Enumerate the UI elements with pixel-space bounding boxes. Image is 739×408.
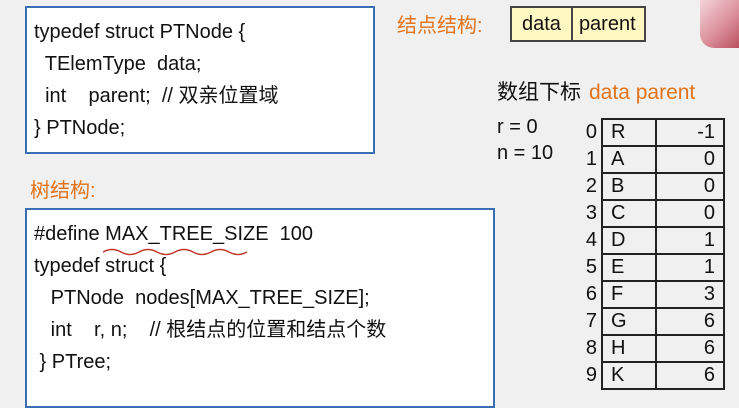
row-parent: 6 <box>656 335 725 363</box>
row-parent: 0 <box>656 173 725 201</box>
code-line: int r, n; // 根结点的位置和结点个数 <box>34 319 387 341</box>
table-row: 0 R -1 <box>568 118 725 147</box>
row-index: 3 <box>568 200 603 227</box>
row-parent: 6 <box>656 362 725 390</box>
table-row: 6F3 <box>568 281 725 309</box>
code-line: typedef struct PTNode { <box>34 21 246 43</box>
row-data: B <box>602 173 657 201</box>
row-data: C <box>602 200 657 228</box>
spellcheck-squiggle <box>103 248 248 256</box>
define-keyword: #define <box>34 223 106 245</box>
row-parent: 3 <box>656 281 725 309</box>
table-row: 2B0 <box>568 173 725 201</box>
row-index: 0 <box>568 119 603 146</box>
table-row: 5E1 <box>568 254 725 282</box>
row-parent: 1 <box>656 254 725 282</box>
table-row: 8H6 <box>568 335 725 363</box>
row-parent: 0 <box>656 200 725 228</box>
root-position-text: r = 0 <box>497 116 538 138</box>
row-index: 6 <box>568 281 603 308</box>
row-parent: 0 <box>656 146 725 174</box>
table-row: 9K6 <box>568 362 725 390</box>
table-row: 1A0 <box>568 146 725 174</box>
row-data: F <box>602 281 657 309</box>
node-field-data: data <box>522 12 561 35</box>
code-line: int parent; // 双亲位置域 <box>34 85 279 107</box>
node-field-parent: parent <box>570 8 644 40</box>
row-index: 7 <box>568 308 603 335</box>
node-structure-diagram: data parent <box>510 6 646 42</box>
row-index: 8 <box>568 335 603 362</box>
row-index: 9 <box>568 362 603 389</box>
row-parent: 6 <box>656 308 725 336</box>
parent-array-table: 0 R -1 1 A 0 2 B 0 3 C 0 4 D 1 5 E 1 6 F 3 7 G 6 8 H 6 9 K 6 <box>568 118 725 390</box>
table-row: 4D1 <box>568 227 725 255</box>
array-table-header: 数组下标 data parent <box>497 76 695 106</box>
define-macro-wrap: MAX_TREE_SIZE <box>103 218 269 256</box>
code-line: } PTNode; <box>34 117 126 139</box>
row-index: 5 <box>568 254 603 281</box>
row-data: R <box>602 118 657 147</box>
row-index: 4 <box>568 227 603 254</box>
row-index: 2 <box>568 173 603 200</box>
parent-header: parent <box>635 81 696 104</box>
define-line: #define MAX_TREE_SIZE 100 <box>34 218 493 256</box>
ptnode-code-box: typedef struct PTNode { TElemType data; … <box>25 6 375 154</box>
node-count-text: n = 10 <box>497 142 554 164</box>
row-index: 1 <box>568 146 603 173</box>
tree-structure-label: 树结构: <box>30 180 96 202</box>
row-data: K <box>602 362 657 390</box>
row-data: A <box>602 146 657 174</box>
define-value: 100 <box>268 223 314 245</box>
row-data: E <box>602 254 657 282</box>
row-data: H <box>602 335 657 363</box>
code-line: TElemType data; <box>34 53 202 75</box>
define-macro: MAX_TREE_SIZE <box>105 223 269 245</box>
row-parent: 1 <box>656 227 725 255</box>
index-header: 数组下标 <box>497 81 581 104</box>
code-line: PTNode nodes[MAX_TREE_SIZE]; <box>34 287 370 309</box>
node-structure-label: 结点结构: <box>397 15 483 37</box>
code-line: } PTree; <box>34 351 112 373</box>
row-data: D <box>602 227 657 255</box>
ptree-code-box: #define MAX_TREE_SIZE 100 typedef struct… <box>25 208 495 408</box>
data-header: data <box>589 81 630 104</box>
array-table-body: 0 R -1 1 A 0 2 B 0 3 C 0 4 D 1 5 E 1 6 F 3 7 G 6 8 H 6 9 K 6 <box>568 118 725 390</box>
table-row: 7G6 <box>568 308 725 336</box>
row-parent: -1 <box>656 118 725 147</box>
corner-decoration <box>700 0 739 48</box>
table-row: 3C0 <box>568 200 725 228</box>
row-data: G <box>602 308 657 336</box>
